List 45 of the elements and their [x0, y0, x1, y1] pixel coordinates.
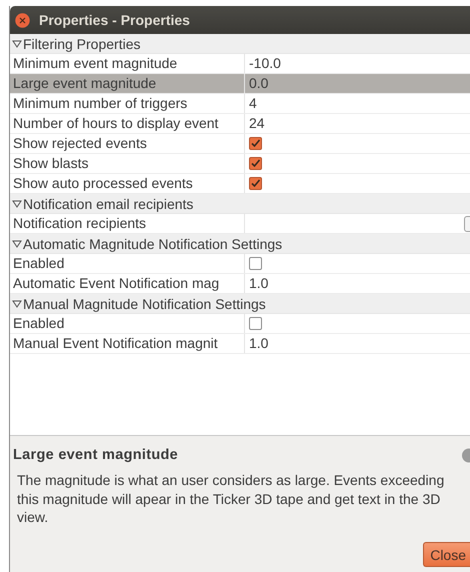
property-label: Number of hours to display event [10, 114, 245, 133]
property-row[interactable]: Enabled [10, 314, 470, 334]
property-row[interactable]: Show rejected events [10, 134, 470, 154]
description-title: Large event magnitude [13, 447, 178, 463]
property-label: Enabled [10, 254, 245, 273]
property-row[interactable]: Minimum event magnitude -10.0 [10, 54, 470, 74]
property-label: Minimum number of triggers [10, 94, 245, 113]
property-row[interactable]: Large event magnitude 0.0 [10, 74, 470, 94]
property-label: Show rejected events [10, 134, 245, 153]
property-label: Enabled [10, 314, 245, 333]
property-label: Show auto processed events [10, 174, 245, 193]
checkbox[interactable] [249, 177, 262, 190]
property-value[interactable]: -10.0 [249, 54, 281, 73]
property-row[interactable]: Minimum number of triggers 4 [10, 94, 470, 114]
expander-icon[interactable] [12, 238, 22, 248]
help-icon[interactable] [461, 448, 470, 462]
property-row[interactable]: Show blasts [10, 154, 470, 174]
expander-icon[interactable] [12, 198, 22, 208]
property-row[interactable]: Enabled [10, 254, 470, 274]
property-value[interactable]: 24 [249, 114, 265, 133]
expander-icon[interactable] [12, 298, 22, 308]
property-row[interactable]: Manual Event Notification magnit 1.0 [10, 334, 470, 354]
checkbox[interactable] [249, 317, 262, 330]
description-text: The magnitude is what an user considers as large. Events exceeding this magnitude will apear in the Ticker 3D tape and get text in the 3D view. [16, 471, 446, 526]
property-value[interactable]: 1.0 [249, 274, 268, 293]
property-row[interactable]: Notification recipients [10, 214, 470, 234]
property-label: Manual Event Notification magnit [10, 334, 245, 353]
property-label: Automatic Event Notification mag [10, 274, 245, 293]
checkbox[interactable] [249, 157, 262, 170]
property-row[interactable]: Show auto processed events [10, 174, 470, 194]
window-title: Properties - Properties [39, 12, 190, 28]
checkbox[interactable] [249, 257, 262, 270]
property-row[interactable]: Automatic Event Notification mag 1.0 [10, 274, 470, 294]
close-icon[interactable] [15, 12, 30, 28]
checkbox[interactable] [249, 137, 262, 150]
property-value[interactable]: 4 [249, 94, 257, 113]
expander-icon[interactable] [12, 38, 22, 48]
property-label: Show blasts [10, 154, 245, 173]
property-row[interactable]: Number of hours to display event 24 [10, 114, 470, 134]
property-label: Large event magnitude [10, 74, 245, 93]
property-value[interactable]: 1.0 [249, 334, 268, 353]
property-label: Notification recipients [10, 214, 245, 233]
close-button[interactable]: Close [423, 542, 470, 567]
property-value[interactable]: 0.0 [249, 74, 268, 93]
property-label: Minimum event magnitude [10, 54, 245, 73]
